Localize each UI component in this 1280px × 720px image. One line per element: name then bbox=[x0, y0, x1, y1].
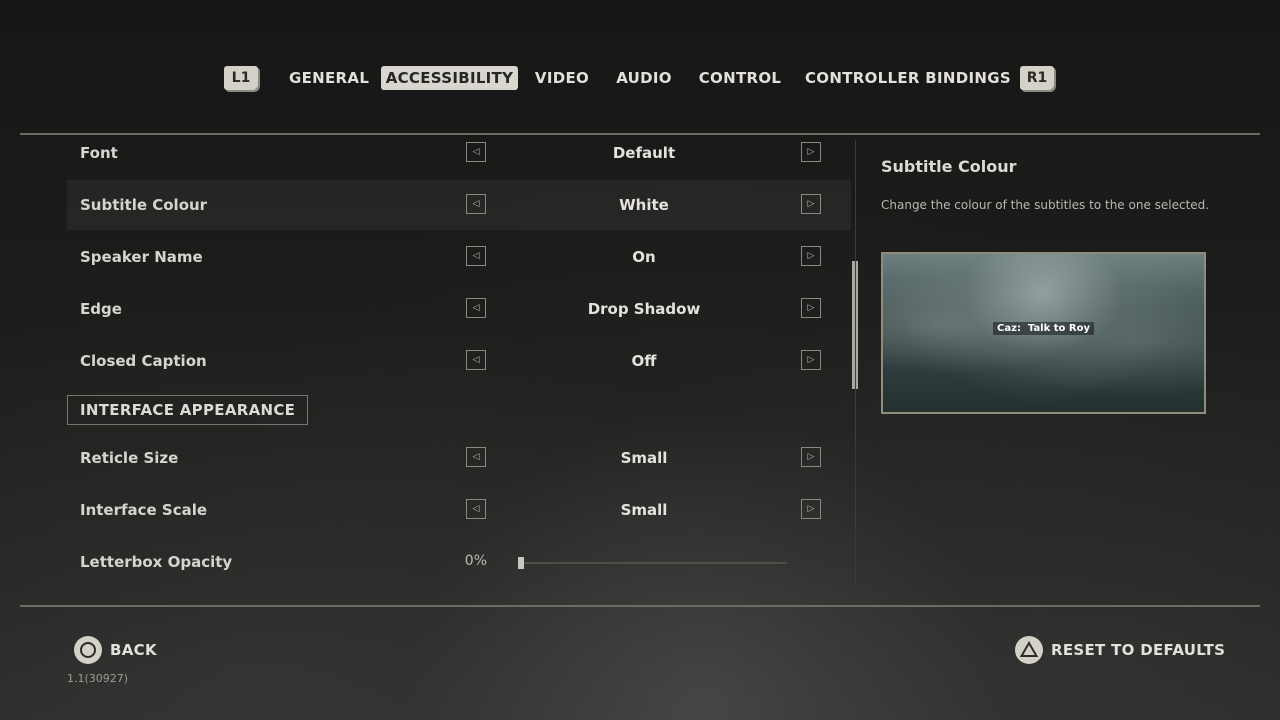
tab-general[interactable]: GENERAL bbox=[289, 66, 369, 90]
arrow-left-icon[interactable]: ◁ bbox=[466, 298, 486, 318]
bottom-divider bbox=[20, 605, 1260, 607]
setting-label: Interface Scale bbox=[80, 501, 208, 519]
circle-button-icon[interactable] bbox=[74, 636, 102, 664]
slider-value: 0% bbox=[464, 553, 487, 569]
arrow-left-icon[interactable]: ◁ bbox=[466, 499, 486, 519]
arrow-right-icon[interactable]: ▷ bbox=[801, 142, 821, 162]
setting-value: On bbox=[632, 248, 656, 266]
setting-value: Off bbox=[631, 352, 657, 370]
r1-shoulder-button[interactable]: R1 bbox=[1020, 66, 1054, 90]
arrow-right-icon[interactable]: ▷ bbox=[801, 447, 821, 467]
reset-to-defaults-button[interactable]: RESET TO DEFAULTS bbox=[1051, 641, 1225, 659]
back-button[interactable]: BACK bbox=[110, 641, 157, 659]
tab-video[interactable]: VIDEO bbox=[532, 66, 592, 90]
tab-accessibility[interactable]: ACCESSIBILITY bbox=[381, 66, 518, 90]
setting-row-letterbox-opacity[interactable]: Letterbox Opacity 0% bbox=[67, 537, 851, 587]
preview-speaker: Caz: bbox=[997, 323, 1021, 334]
l1-shoulder-button[interactable]: L1 bbox=[224, 66, 258, 90]
setting-label: Speaker Name bbox=[80, 248, 203, 266]
setting-value: Small bbox=[620, 449, 668, 467]
setting-row-edge[interactable]: Edge ◁ Drop Shadow ▷ bbox=[67, 284, 851, 334]
settings-tab-bar: L1 GENERAL ACCESSIBILITY VIDEO AUDIO CON… bbox=[0, 60, 1280, 96]
triangle-button-icon[interactable] bbox=[1015, 636, 1043, 664]
arrow-right-icon[interactable]: ▷ bbox=[801, 194, 821, 214]
section-header-interface-appearance: INTERFACE APPEARANCE bbox=[67, 395, 309, 425]
preview-subtitle: Caz: Talk to Roy bbox=[883, 316, 1204, 335]
setting-row-font[interactable]: Font ◁ Default ▷ bbox=[67, 136, 851, 178]
setting-label: Letterbox Opacity bbox=[80, 553, 233, 571]
info-description: Change the colour of the subtitles to th… bbox=[881, 198, 1210, 212]
tab-control[interactable]: CONTROL bbox=[697, 66, 783, 90]
setting-value: Small bbox=[620, 501, 668, 519]
top-divider bbox=[20, 133, 1260, 135]
arrow-left-icon[interactable]: ◁ bbox=[466, 194, 486, 214]
arrow-right-icon[interactable]: ▷ bbox=[801, 499, 821, 519]
arrow-right-icon[interactable]: ▷ bbox=[801, 246, 821, 266]
setting-row-subtitle-colour[interactable]: Subtitle Colour ◁ White ▷ bbox=[67, 180, 851, 230]
setting-row-reticle-size[interactable]: Reticle Size ◁ Small ▷ bbox=[67, 433, 851, 483]
setting-label: Subtitle Colour bbox=[80, 196, 208, 214]
opacity-slider-handle[interactable] bbox=[518, 557, 524, 569]
setting-label: Closed Caption bbox=[80, 352, 207, 370]
setting-label: Edge bbox=[80, 300, 122, 318]
arrow-left-icon[interactable]: ◁ bbox=[466, 246, 486, 266]
arrow-left-icon[interactable]: ◁ bbox=[466, 447, 486, 467]
setting-value: White bbox=[619, 196, 669, 214]
setting-row-closed-caption[interactable]: Closed Caption ◁ Off ▷ bbox=[67, 336, 851, 386]
setting-row-interface-scale[interactable]: Interface Scale ◁ Small ▷ bbox=[67, 485, 851, 535]
version-number: 1.1(30927) bbox=[67, 672, 129, 685]
panel-divider bbox=[855, 140, 856, 586]
subtitle-preview-image: Caz: Talk to Roy bbox=[881, 252, 1206, 414]
arrow-left-icon[interactable]: ◁ bbox=[466, 142, 486, 162]
setting-label: Reticle Size bbox=[80, 449, 179, 467]
opacity-slider-track[interactable] bbox=[519, 562, 787, 564]
setting-value: Drop Shadow bbox=[587, 300, 701, 318]
info-title: Subtitle Colour bbox=[881, 157, 1017, 176]
settings-list: Font ◁ Default ▷ Subtitle Colour ◁ White… bbox=[67, 136, 851, 588]
setting-row-speaker-name[interactable]: Speaker Name ◁ On ▷ bbox=[67, 232, 851, 282]
arrow-right-icon[interactable]: ▷ bbox=[801, 350, 821, 370]
setting-value: Default bbox=[612, 144, 676, 162]
tab-audio[interactable]: AUDIO bbox=[614, 66, 674, 90]
preview-line: Talk to Roy bbox=[1027, 323, 1090, 334]
arrow-left-icon[interactable]: ◁ bbox=[466, 350, 486, 370]
arrow-right-icon[interactable]: ▷ bbox=[801, 298, 821, 318]
setting-label: Font bbox=[80, 144, 118, 162]
tab-controller-bindings[interactable]: CONTROLLER BINDINGS bbox=[805, 66, 1011, 90]
